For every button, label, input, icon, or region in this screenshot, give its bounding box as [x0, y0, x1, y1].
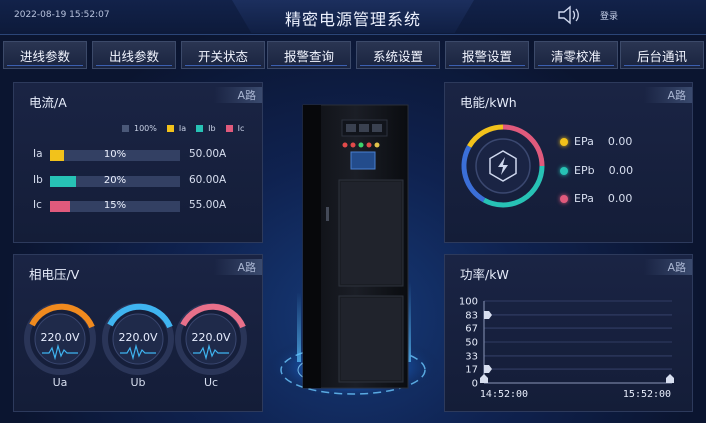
- power-y-tick-label: 83: [465, 310, 478, 321]
- energy-value: 0.00: [607, 135, 633, 148]
- power-y-tick-label: 33: [465, 351, 478, 362]
- energy-label: EPa: [574, 192, 594, 205]
- power-y-range-handle: [484, 365, 492, 374]
- current-value-ib: 60.00A: [189, 174, 227, 186]
- menu-switch-status[interactable]: 开关状态: [181, 41, 265, 69]
- legend-swatch-ia: [166, 125, 174, 132]
- energy-channel-tag[interactable]: A路: [644, 87, 692, 103]
- legend-swatch-ic: [225, 125, 233, 132]
- voltage-channel-tag[interactable]: A路: [214, 259, 262, 275]
- menu-reset-calibration[interactable]: 清零校准: [534, 41, 618, 69]
- gauge-value-ua: 220.0V: [40, 331, 80, 344]
- menu-outgoing-params[interactable]: 出线参数: [92, 41, 176, 69]
- energy-dot-icon: [560, 137, 568, 146]
- current-row-label-ia: Ia: [33, 148, 43, 160]
- current-row-swatch: [50, 176, 64, 187]
- legend-swatch-100: [122, 125, 129, 132]
- current-percent-ic: 15%: [103, 200, 127, 211]
- power-chart: 100 83 67 50 33 17 014:52:00 15:52:00: [459, 297, 674, 400]
- menu-backend-comm[interactable]: 后台通讯: [620, 41, 704, 69]
- menu-system-settings[interactable]: 系统设置: [356, 41, 440, 69]
- current-channel-tag[interactable]: A路: [214, 87, 262, 103]
- voltage-panel-title: 相电压/V: [29, 267, 80, 282]
- energy-item-1: EPa 0.00: [560, 135, 632, 148]
- gauge-value-ub: 220.0V: [118, 331, 158, 344]
- energy-item-3: EPa 0.00: [560, 192, 632, 205]
- power-y-tick-label: 0: [472, 379, 478, 390]
- current-value-ia: 50.00A: [189, 148, 227, 160]
- current-row-swatch: [50, 201, 64, 212]
- energy-label: EPa: [574, 135, 594, 148]
- energy-ring-chart: [461, 124, 545, 208]
- page-title: 精密电源管理系统: [284, 10, 421, 29]
- current-panel: 电流/A A路: [13, 82, 263, 243]
- current-row-label-ib: Ib: [33, 174, 43, 186]
- energy-value: 0.00: [608, 164, 634, 177]
- power-x-tick-label: 14:52:00: [480, 389, 528, 400]
- legend-swatch-ib: [196, 125, 204, 132]
- speaker-icon[interactable]: [556, 4, 582, 26]
- menu-alarm-query[interactable]: 报警查询: [267, 41, 351, 69]
- power-y-tick-label: 67: [465, 324, 478, 335]
- energy-dot-icon: [560, 194, 568, 203]
- menu-alarm-settings[interactable]: 报警设置: [445, 41, 529, 69]
- energy-dot-icon: [560, 166, 568, 175]
- power-y-tick-label: 100: [459, 297, 478, 308]
- power-y-tick-label: 17: [465, 365, 478, 376]
- power-y-tick-label: 50: [465, 338, 478, 349]
- power-x-range-handle: [666, 374, 674, 383]
- energy-label: EPb: [574, 164, 595, 177]
- energy-item-2: EPb 0.00: [560, 164, 633, 177]
- gauge-label-ua: Ua: [52, 376, 68, 389]
- legend-label-ic: Ic: [237, 124, 245, 133]
- menu-incoming-params[interactable]: 进线参数: [3, 41, 87, 69]
- current-value-ic: 55.00A: [189, 199, 227, 211]
- legend-label-ib: Ib: [208, 124, 216, 133]
- current-percent-ib: 20%: [103, 175, 127, 186]
- power-y-range-handle: [484, 310, 492, 319]
- current-percent-ia: 10%: [103, 149, 127, 160]
- energy-value: 0.00: [607, 192, 633, 205]
- gauge-label-uc: Uc: [203, 376, 219, 389]
- current-row-swatch: [50, 150, 64, 161]
- gauge-label-ub: Ub: [130, 376, 146, 389]
- datetime: 2022-08-19 15:52:07: [14, 10, 110, 20]
- current-row-label-ic: Ic: [33, 199, 42, 211]
- current-panel-title: 电流/A: [29, 95, 67, 110]
- legend-label-ia: Ia: [178, 124, 187, 133]
- power-x-range-handle: [480, 374, 488, 383]
- power-cabinet-illustration: [265, 104, 441, 401]
- power-x-tick-label: 15:52:00: [623, 389, 671, 400]
- legend-label-100: 100%: [134, 124, 157, 133]
- login-link[interactable]: 登录: [600, 9, 618, 22]
- gauge-value-uc: 220.0V: [191, 331, 231, 344]
- current-legend: 100% Ia Ib Ic: [122, 124, 244, 133]
- energy-panel-title: 电能/kWh: [460, 95, 517, 110]
